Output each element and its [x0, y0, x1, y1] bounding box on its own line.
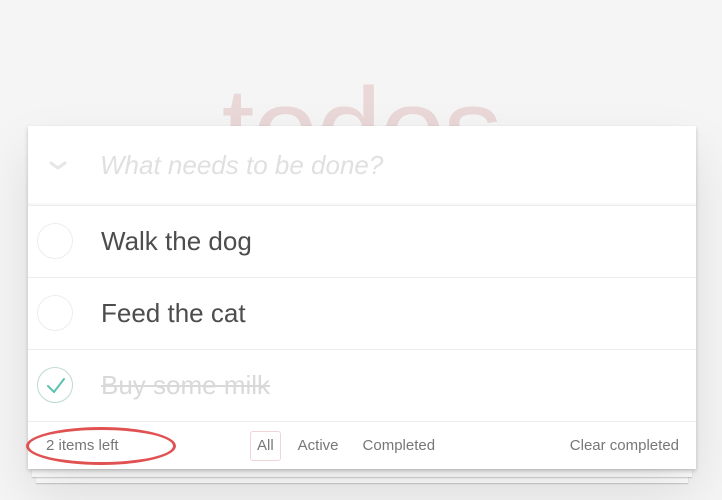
todo-label[interactable]: Buy some milk	[101, 350, 270, 421]
todo-checkbox[interactable]	[37, 295, 73, 331]
new-todo-input[interactable]	[100, 126, 696, 205]
todo-app-card: Walk the dog Feed the cat Buy some milk …	[26, 126, 696, 469]
todo-footer: 2 items left All Active Completed Clear …	[26, 422, 696, 469]
todo-label[interactable]: Walk the dog	[101, 206, 252, 277]
todo-label[interactable]: Feed the cat	[101, 278, 246, 349]
filter-all[interactable]: All	[250, 431, 281, 461]
filter-completed[interactable]: Completed	[356, 431, 443, 461]
clear-completed-button[interactable]: Clear completed	[570, 422, 679, 469]
todo-item: Walk the dog	[28, 206, 696, 278]
filter-active[interactable]: Active	[291, 431, 346, 461]
todo-item: Feed the cat	[28, 278, 696, 350]
filter-tabs: All Active Completed	[250, 431, 446, 461]
items-left-count: 2 items left	[46, 437, 119, 454]
checkmark-icon	[47, 378, 65, 393]
new-todo-row	[28, 126, 696, 206]
todo-item: Buy some milk	[28, 350, 696, 422]
todo-checkbox[interactable]	[37, 223, 73, 259]
chevron-down-icon[interactable]	[46, 154, 70, 178]
paper-stack-shadow	[32, 470, 692, 477]
paper-stack-shadow	[36, 476, 688, 483]
todo-list: Walk the dog Feed the cat Buy some milk	[28, 206, 696, 422]
todo-checkbox-checked[interactable]	[37, 367, 73, 403]
